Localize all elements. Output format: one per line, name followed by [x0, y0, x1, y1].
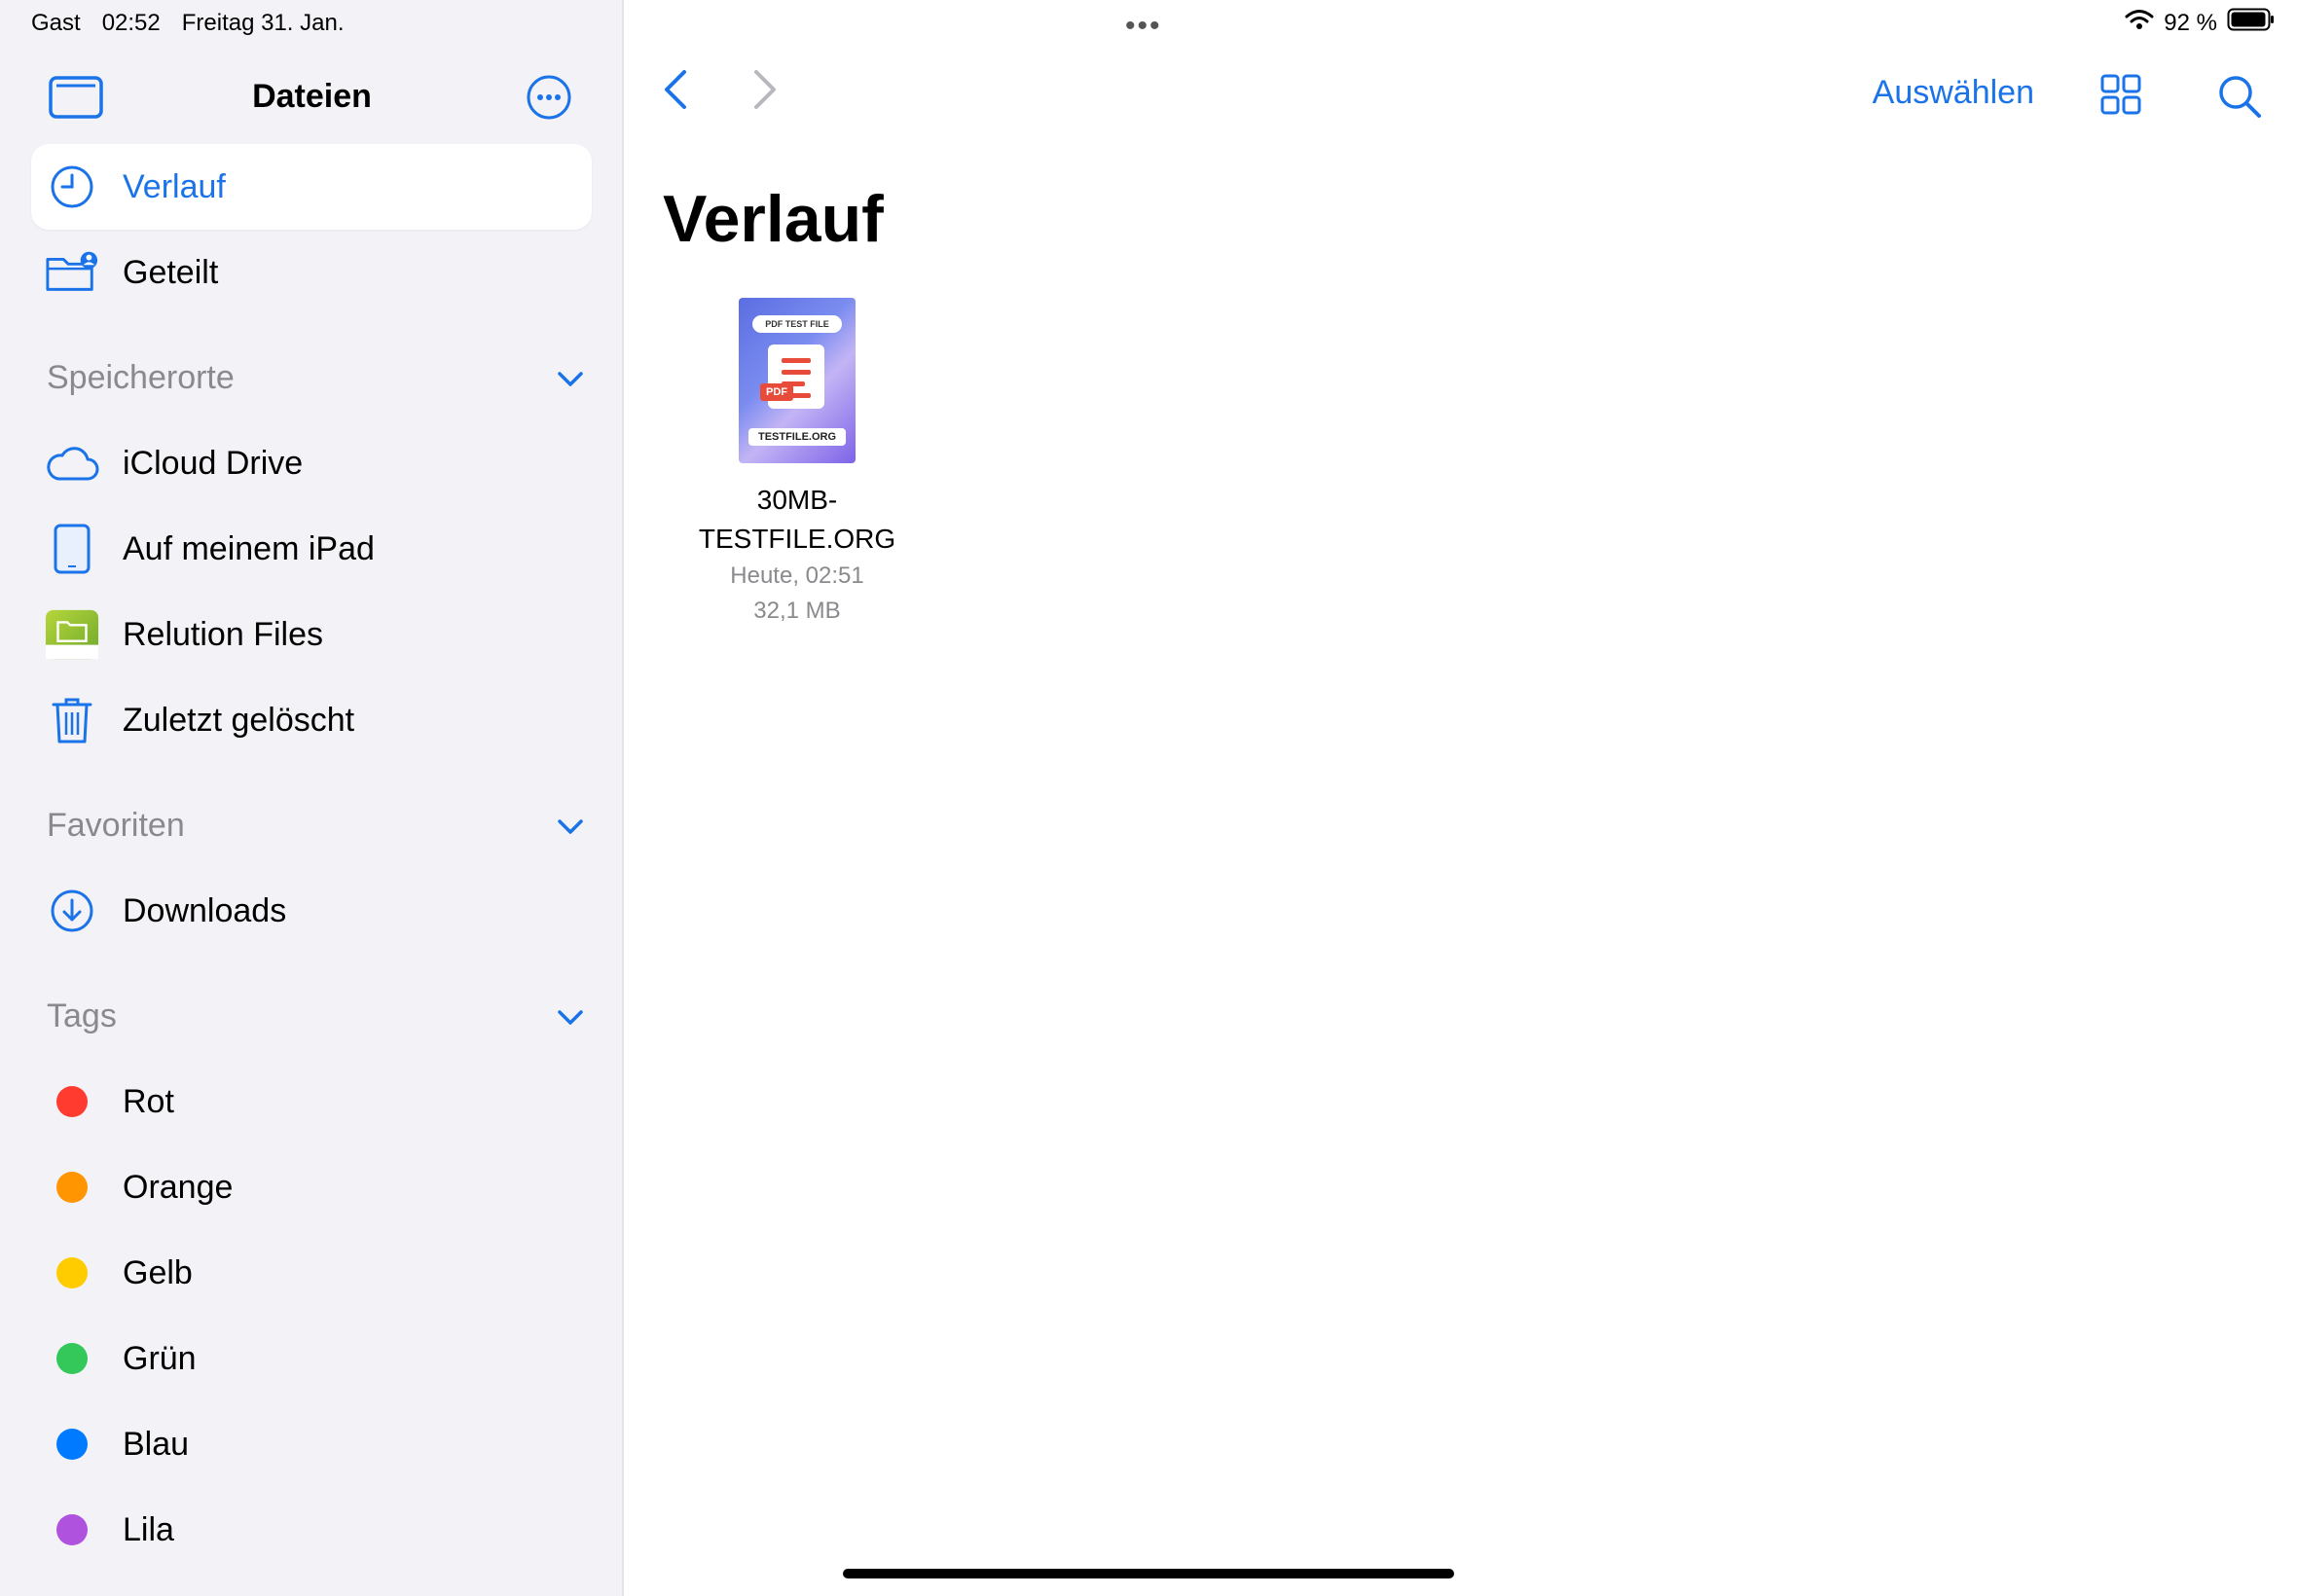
- file-name-line: TESTFILE.ORG: [698, 524, 896, 554]
- sidebar-item-label: Auf meinem iPad: [123, 529, 375, 567]
- sidebar-tag-rot[interactable]: Rot: [31, 1059, 592, 1144]
- section-header-tags[interactable]: Tags: [47, 987, 584, 1045]
- battery-icon: [2227, 8, 2276, 38]
- sidebar-item-label: Rot: [123, 1082, 174, 1120]
- forward-chevron-icon[interactable]: [750, 68, 780, 116]
- tag-dot-icon: [45, 1417, 99, 1471]
- select-button[interactable]: Auswählen: [1873, 74, 2034, 112]
- sidebar-item-geteilt[interactable]: Geteilt: [31, 230, 592, 315]
- sidebar: Gast 02:52 Freitag 31. Jan. Dateien Verl…: [0, 0, 624, 1596]
- tag-dot-icon: [45, 1074, 99, 1129]
- sidebar-item-zuletzt-geloescht[interactable]: Zuletzt gelöscht: [31, 677, 592, 763]
- sidebar-tag-lila[interactable]: Lila: [31, 1487, 592, 1573]
- status-bar-right: 92 %: [2125, 8, 2276, 38]
- download-icon: [45, 884, 99, 938]
- file-item[interactable]: PDF TEST FILE PDF TESTFILE.ORG 30MB- TES…: [690, 298, 904, 629]
- shared-folder-icon: [45, 245, 99, 300]
- sidebar-tag-gruen[interactable]: Grün: [31, 1316, 592, 1401]
- sidebar-tag-blau[interactable]: Blau: [31, 1401, 592, 1487]
- tag-dot-icon: [45, 1246, 99, 1300]
- file-date: Heute, 02:51: [730, 562, 864, 589]
- yellow-dot-icon: [56, 1257, 88, 1288]
- section-header-favoriten[interactable]: Favoriten: [47, 796, 584, 854]
- sidebar-item-relution-files[interactable]: Relution Files: [31, 592, 592, 677]
- search-icon[interactable]: [2217, 74, 2262, 124]
- thumb-footer: TESTFILE.ORG: [748, 428, 846, 446]
- home-indicator[interactable]: [843, 1569, 1454, 1578]
- file-name: 30MB- TESTFILE.ORG: [690, 481, 904, 559]
- green-dot-icon: [56, 1343, 88, 1374]
- file-size: 32,1 MB: [753, 598, 841, 624]
- grid-view-icon[interactable]: [2100, 74, 2141, 120]
- status-date: Freitag 31. Jan.: [181, 10, 345, 36]
- tag-dot-icon: [45, 1160, 99, 1215]
- pdf-badge: PDF: [760, 383, 793, 401]
- sidebar-item-downloads[interactable]: Downloads: [31, 868, 592, 954]
- sidebar-item-verlauf[interactable]: Verlauf: [31, 144, 592, 230]
- cloud-icon: [45, 436, 99, 490]
- sidebar-tag-orange[interactable]: Orange: [31, 1144, 592, 1230]
- red-dot-icon: [56, 1086, 88, 1117]
- clock-icon: [45, 160, 99, 214]
- sidebar-tag-gelb[interactable]: Gelb: [31, 1230, 592, 1316]
- ipad-icon: [45, 522, 99, 576]
- page-title: Verlauf: [663, 182, 884, 256]
- status-bar-left: Gast 02:52 Freitag 31. Jan.: [31, 10, 345, 37]
- sidebar-item-label: Gelb: [123, 1253, 193, 1291]
- sidebar-item-label: Orange: [123, 1168, 234, 1206]
- status-time: 02:52: [101, 10, 161, 36]
- section-title: Speicherorte: [47, 358, 235, 396]
- chevron-down-icon[interactable]: [557, 998, 584, 1035]
- back-chevron-icon[interactable]: [661, 68, 690, 116]
- sidebar-header: Dateien: [0, 58, 624, 136]
- orange-dot-icon: [56, 1172, 88, 1203]
- battery-percent: 92 %: [2164, 9, 2217, 36]
- sidebar-item-label: Lila: [123, 1510, 174, 1548]
- sidebar-item-auf-meinem-ipad[interactable]: Auf meinem iPad: [31, 506, 592, 592]
- sidebar-item-label: Geteilt: [123, 253, 219, 291]
- sidebar-item-label: Relution Files: [123, 615, 323, 653]
- main-content: ••• 92 % Auswählen Verlauf PDF TEST FILE…: [624, 0, 2297, 1596]
- sidebar-item-label: Blau: [123, 1425, 190, 1463]
- more-options-icon[interactable]: [526, 74, 572, 121]
- relution-app-icon: [45, 607, 99, 662]
- trash-icon: [45, 693, 99, 747]
- tag-dot-icon: [45, 1331, 99, 1386]
- sidebar-item-label: iCloud Drive: [123, 444, 304, 482]
- tag-dot-icon: [45, 1503, 99, 1557]
- sidebar-item-label: Grün: [123, 1339, 197, 1377]
- section-header-speicherorte[interactable]: Speicherorte: [47, 348, 584, 407]
- chevron-down-icon[interactable]: [557, 807, 584, 845]
- thumb-tag: PDF TEST FILE: [752, 315, 842, 333]
- wifi-icon: [2125, 9, 2154, 37]
- file-name-line: 30MB-: [756, 485, 838, 515]
- pdf-thumbnail[interactable]: PDF TEST FILE PDF TESTFILE.ORG: [739, 298, 856, 463]
- sidebar-item-label: Zuletzt gelöscht: [123, 701, 355, 739]
- files-app-screen: Gast 02:52 Freitag 31. Jan. Dateien Verl…: [0, 0, 2297, 1596]
- section-title: Tags: [47, 997, 117, 1034]
- multitasking-dots[interactable]: •••: [1125, 10, 1162, 43]
- blue-dot-icon: [56, 1429, 88, 1460]
- chevron-down-icon[interactable]: [557, 359, 584, 397]
- purple-dot-icon: [56, 1514, 88, 1545]
- sidebar-item-label: Downloads: [123, 891, 287, 929]
- sidebar-item-label: Verlauf: [123, 167, 226, 205]
- status-user: Gast: [31, 10, 81, 36]
- section-title: Favoriten: [47, 806, 185, 844]
- sidebar-item-icloud-drive[interactable]: iCloud Drive: [31, 420, 592, 506]
